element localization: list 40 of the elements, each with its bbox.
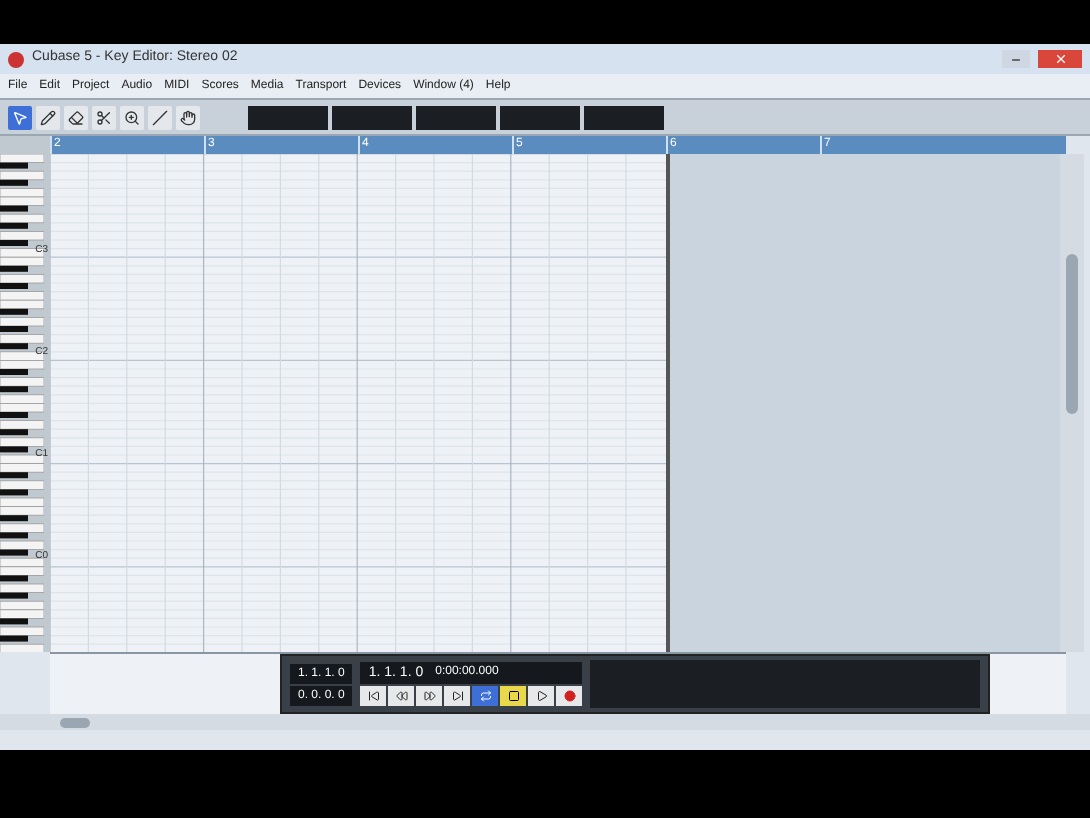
tool-button[interactable]: [176, 105, 200, 129]
arrow-icon: [12, 109, 28, 125]
transport-button[interactable]: [556, 686, 583, 706]
transport-button[interactable]: [416, 686, 443, 706]
tool-button[interactable]: [36, 105, 60, 129]
pencil-icon: [40, 109, 56, 125]
vertical-scrollbar[interactable]: [1060, 154, 1084, 652]
tool-button[interactable]: [8, 105, 32, 129]
info-display: [332, 105, 412, 129]
transport-button[interactable]: [388, 686, 415, 706]
tool-button[interactable]: [148, 105, 172, 129]
minimize-button[interactable]: [1002, 50, 1030, 68]
stop-icon: [507, 690, 520, 702]
hand-icon: [180, 109, 196, 125]
transport-button[interactable]: [444, 686, 471, 706]
transport-button[interactable]: [472, 686, 499, 706]
horizontal-scrollbar[interactable]: [0, 714, 1090, 730]
transport-button[interactable]: [528, 686, 555, 706]
cycle-icon: [479, 690, 492, 702]
minimize-icon: [1010, 53, 1022, 65]
transport-button[interactable]: [360, 686, 387, 706]
forward-icon: [423, 690, 436, 702]
line-icon: [152, 109, 168, 125]
scissors-icon: [96, 109, 112, 125]
tool-button[interactable]: [64, 105, 88, 129]
rewind-icon: [395, 690, 408, 702]
end-icon: [451, 690, 464, 702]
tool-button[interactable]: [92, 105, 116, 129]
zoom-icon: [124, 109, 140, 125]
info-display: [416, 105, 496, 129]
info-display: [584, 105, 664, 129]
transport-button[interactable]: [500, 686, 527, 706]
eraser-icon: [68, 109, 84, 125]
play-icon: [535, 690, 548, 702]
start-icon: [367, 690, 380, 702]
tool-button[interactable]: [120, 105, 144, 129]
close-icon: [1053, 52, 1067, 66]
info-display: [248, 105, 328, 129]
record-icon: [563, 690, 576, 702]
info-display: [500, 105, 580, 129]
